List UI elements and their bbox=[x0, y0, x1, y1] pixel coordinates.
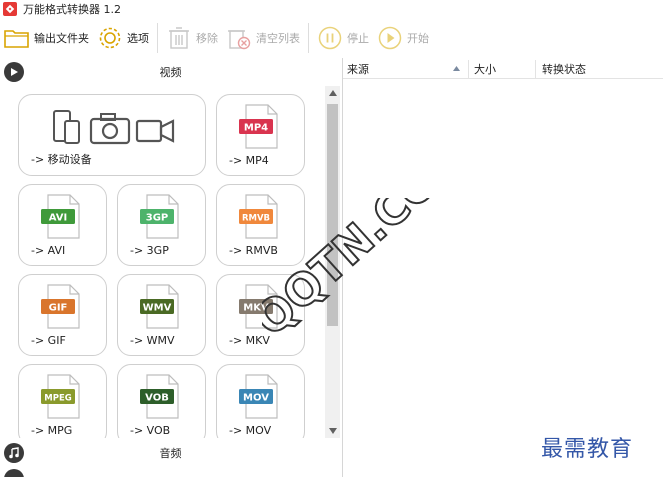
stop-label: 停止 bbox=[347, 32, 369, 45]
format-card-mobile[interactable]: -> 移动设备 bbox=[18, 94, 206, 176]
format-card-rmvb[interactable]: -> RMVB RMVB bbox=[216, 184, 305, 266]
column-size-label: 大小 bbox=[474, 63, 496, 76]
format-card-mkv[interactable]: -> MKV MKV bbox=[216, 274, 305, 356]
options-label: 选项 bbox=[127, 32, 149, 45]
format-card-caption: -> RMVB bbox=[229, 244, 278, 257]
file-type-badge: MP4 bbox=[244, 123, 268, 134]
play-icon bbox=[377, 25, 403, 51]
remove-button[interactable]: 移除 bbox=[162, 20, 222, 56]
video-format-grid: -> 移动设备 -> MP4 MP4 -> AVI AVI -> 3GP 3GP… bbox=[0, 86, 325, 438]
clear-list-button[interactable]: 清空列表 bbox=[222, 20, 304, 56]
toolbar-separator bbox=[157, 23, 158, 53]
section-video-label: 视频 bbox=[159, 66, 182, 79]
column-header-divider bbox=[343, 78, 663, 79]
sort-arrow-icon bbox=[453, 66, 460, 71]
file-type-badge: WMV bbox=[143, 303, 172, 314]
file-type-icon: AVI bbox=[41, 194, 80, 239]
toolbar-separator bbox=[308, 23, 309, 53]
file-type-icon: MOV bbox=[239, 374, 278, 419]
pause-icon bbox=[317, 25, 343, 51]
gear-icon bbox=[97, 25, 123, 51]
devices-icon bbox=[53, 110, 175, 145]
file-type-icon: WMV bbox=[140, 284, 179, 329]
format-card-wmv[interactable]: -> WMV WMV bbox=[117, 274, 206, 356]
start-button[interactable]: 开始 bbox=[373, 20, 433, 56]
format-card-gif[interactable]: -> GIF GIF bbox=[18, 274, 107, 356]
format-card-3gp[interactable]: -> 3GP 3GP bbox=[117, 184, 206, 266]
format-card-avi[interactable]: -> AVI AVI bbox=[18, 184, 107, 266]
output-folder-button[interactable]: 输出文件夹 bbox=[0, 20, 93, 56]
format-card-caption: -> AVI bbox=[31, 244, 66, 257]
file-type-badge: AVI bbox=[49, 213, 68, 224]
clear-list-icon bbox=[226, 25, 252, 51]
file-type-icon: MKV bbox=[239, 284, 278, 329]
format-card-caption: -> 3GP bbox=[130, 244, 169, 257]
section-video-header[interactable]: 视频 bbox=[0, 60, 341, 84]
file-type-icon: GIF bbox=[41, 284, 80, 329]
file-type-icon: 3GP bbox=[140, 194, 179, 239]
file-type-icon: RMVB bbox=[239, 194, 278, 239]
section-circle-icon bbox=[4, 469, 24, 477]
column-source-label: 来源 bbox=[347, 63, 369, 76]
file-type-badge: RMVB bbox=[242, 214, 270, 224]
file-type-badge: GIF bbox=[49, 303, 68, 314]
output-folder-label: 输出文件夹 bbox=[34, 32, 89, 45]
column-size[interactable]: 大小 bbox=[474, 60, 536, 78]
section-audio-label: 音频 bbox=[159, 447, 182, 460]
start-label: 开始 bbox=[407, 32, 429, 45]
format-card-caption: -> MOV bbox=[229, 424, 272, 437]
file-type-badge: VOB bbox=[145, 393, 169, 404]
options-button[interactable]: 选项 bbox=[93, 20, 153, 56]
app-logo-icon bbox=[3, 2, 17, 16]
file-type-badge: 3GP bbox=[146, 213, 169, 224]
folder-icon bbox=[4, 25, 30, 51]
file-list[interactable]: 来源 大小 转换状态 bbox=[343, 58, 663, 477]
column-status-label: 转换状态 bbox=[542, 63, 586, 76]
scrollbar-thumb[interactable] bbox=[327, 104, 338, 326]
file-type-icon: MP4 bbox=[239, 104, 278, 149]
format-card-mov[interactable]: -> MOV MOV bbox=[216, 364, 305, 438]
format-card-caption: -> WMV bbox=[130, 334, 175, 347]
format-grid-scrollbar[interactable] bbox=[325, 86, 340, 438]
format-card-vob[interactable]: -> VOB VOB bbox=[117, 364, 206, 438]
trash-icon bbox=[166, 25, 192, 51]
scroll-up-arrow-icon[interactable] bbox=[325, 86, 340, 100]
title-bar: 万能格式转换器 1.2 bbox=[0, 0, 663, 18]
format-card-caption: -> MP4 bbox=[229, 154, 269, 167]
scroll-down-arrow-icon[interactable] bbox=[325, 424, 340, 438]
clear-list-label: 清空列表 bbox=[256, 32, 300, 45]
format-card-caption: -> MPG bbox=[31, 424, 73, 437]
format-card-caption: -> VOB bbox=[130, 424, 171, 437]
format-card-mpg[interactable]: -> MPG MPEG bbox=[18, 364, 107, 438]
window-title: 万能格式转换器 1.2 bbox=[23, 3, 121, 16]
file-type-icon: MPEG bbox=[41, 374, 80, 419]
file-type-icon: VOB bbox=[140, 374, 179, 419]
format-card-caption: -> 移动设备 bbox=[31, 153, 92, 166]
format-card-caption: -> GIF bbox=[31, 334, 66, 347]
file-type-badge: MKV bbox=[243, 303, 269, 314]
brand-watermark: 最需教育 bbox=[541, 437, 634, 462]
column-source[interactable]: 来源 bbox=[347, 60, 469, 78]
format-panel: 视频 -> 移动设备 -> MP4 MP4 -> AVI AVI -> 3GP … bbox=[0, 58, 341, 477]
format-card-caption: -> MKV bbox=[229, 334, 270, 347]
format-card-mp4[interactable]: -> MP4 MP4 bbox=[216, 94, 305, 176]
stop-button[interactable]: 停止 bbox=[313, 20, 373, 56]
section-audio-header[interactable]: 音频 bbox=[0, 441, 341, 465]
section-next-header[interactable] bbox=[0, 469, 341, 477]
column-status[interactable]: 转换状态 bbox=[542, 60, 659, 78]
file-type-badge: MOV bbox=[243, 393, 269, 404]
music-note-icon bbox=[4, 443, 24, 463]
remove-label: 移除 bbox=[196, 32, 218, 45]
play-circle-icon bbox=[4, 62, 24, 82]
toolbar: 输出文件夹 选项 移除 清空列表 停止 开始 bbox=[0, 18, 663, 58]
file-type-badge: MPEG bbox=[44, 394, 71, 404]
